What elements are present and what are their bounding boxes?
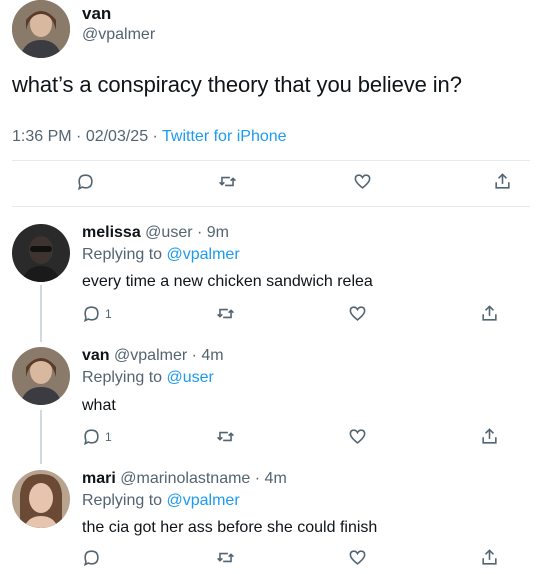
author-name[interactable]: van xyxy=(82,4,111,24)
retweet-icon xyxy=(217,308,234,319)
reply-count: 1 xyxy=(105,306,112,321)
meta-separator: · xyxy=(250,470,265,487)
avatar[interactable] xyxy=(12,347,70,405)
author-handle[interactable]: @vpalmer xyxy=(82,26,155,44)
replying-to: Replying to @user xyxy=(82,369,214,387)
divider xyxy=(12,160,530,161)
replying-to: Replying to @vpalmer xyxy=(82,246,240,264)
reply-age[interactable]: 4m xyxy=(201,347,223,364)
like-button[interactable] xyxy=(348,548,367,567)
replying-to-mention[interactable]: @user xyxy=(167,369,214,386)
reply-header: van @vpalmer · 4m xyxy=(82,347,224,365)
share-icon xyxy=(482,549,497,565)
like-button[interactable] xyxy=(348,427,367,446)
reply-count: 1 xyxy=(105,429,112,444)
like-button[interactable] xyxy=(353,172,372,191)
reply-author-handle[interactable]: @user xyxy=(145,224,192,241)
tweet-source[interactable]: Twitter for iPhone xyxy=(162,128,287,145)
avatar[interactable] xyxy=(12,0,70,58)
like-icon xyxy=(349,306,366,321)
reply-text: the cia got her ass before she could fin… xyxy=(82,519,378,536)
reply-age[interactable]: 9m xyxy=(207,224,229,241)
reply-action-bar: 1 xyxy=(0,304,542,328)
divider xyxy=(12,206,530,207)
reply-age[interactable]: 4m xyxy=(265,470,287,487)
tweet-date[interactable]: 02/03/25 xyxy=(86,128,148,145)
reply-author-name[interactable]: melissa xyxy=(82,224,141,241)
retweet-button[interactable] xyxy=(218,172,237,191)
share-icon xyxy=(482,305,497,321)
reply-button[interactable]: 1 xyxy=(82,427,112,446)
reply-tweet: mari @marinolastname · 4m Replying to @v… xyxy=(0,464,542,574)
reply-tweet: melissa @user · 9m Replying to @vpalmer … xyxy=(0,216,542,336)
replying-to-prefix: Replying to xyxy=(82,246,167,263)
reply-text: what xyxy=(82,397,116,414)
replying-to: Replying to @vpalmer xyxy=(82,492,240,510)
reply-button[interactable]: 1 xyxy=(82,304,112,323)
reply-author-handle[interactable]: @vpalmer xyxy=(114,347,187,364)
retweet-icon xyxy=(219,176,236,187)
like-icon xyxy=(354,174,371,189)
share-button[interactable] xyxy=(480,304,499,323)
share-icon xyxy=(482,428,497,444)
like-icon xyxy=(349,550,366,565)
retweet-button[interactable] xyxy=(216,427,235,446)
reply-author-name[interactable]: mari xyxy=(82,470,116,487)
main-action-bar xyxy=(0,172,542,196)
share-button[interactable] xyxy=(480,548,499,567)
share-button[interactable] xyxy=(480,427,499,446)
replying-to-mention[interactable]: @vpalmer xyxy=(167,492,240,509)
share-icon xyxy=(495,173,510,189)
reply-tweet: van @vpalmer · 4m Replying to @user what… xyxy=(0,341,542,459)
tweet-text: what’s a conspiracy theory that you beli… xyxy=(12,72,462,97)
share-button[interactable] xyxy=(493,172,512,191)
meta-separator: · xyxy=(187,347,202,364)
replying-to-mention[interactable]: @vpalmer xyxy=(167,246,240,263)
retweet-button[interactable] xyxy=(216,548,235,567)
meta-separator: · xyxy=(71,128,86,145)
reply-icon xyxy=(83,306,99,323)
meta-separator: · xyxy=(148,128,163,145)
replying-to-prefix: Replying to xyxy=(82,369,167,386)
reply-action-bar xyxy=(0,548,542,572)
reply-author-name[interactable]: van xyxy=(82,347,110,364)
reply-action-bar: 1 xyxy=(0,427,542,451)
tweet-time[interactable]: 1:36 PM xyxy=(12,128,72,145)
reply-header: mari @marinolastname · 4m xyxy=(82,470,287,488)
reply-icon xyxy=(77,174,93,191)
like-icon xyxy=(349,429,366,444)
replying-to-prefix: Replying to xyxy=(82,492,167,509)
reply-button[interactable] xyxy=(76,172,95,191)
reply-button[interactable] xyxy=(82,548,101,567)
retweet-button[interactable] xyxy=(216,304,235,323)
tweet-meta: 1:36 PM · 02/03/25 · Twitter for iPhone xyxy=(12,128,287,146)
avatar[interactable] xyxy=(12,470,70,528)
reply-text: every time a new chicken sandwich relea xyxy=(82,273,373,290)
reply-icon xyxy=(83,429,99,446)
reply-author-handle[interactable]: @marinolastname xyxy=(120,470,250,487)
like-button[interactable] xyxy=(348,304,367,323)
meta-separator: · xyxy=(192,224,207,241)
retweet-icon xyxy=(217,552,234,563)
avatar[interactable] xyxy=(12,224,70,282)
reply-header: melissa @user · 9m xyxy=(82,224,229,242)
retweet-icon xyxy=(217,431,234,442)
reply-icon xyxy=(83,550,99,567)
